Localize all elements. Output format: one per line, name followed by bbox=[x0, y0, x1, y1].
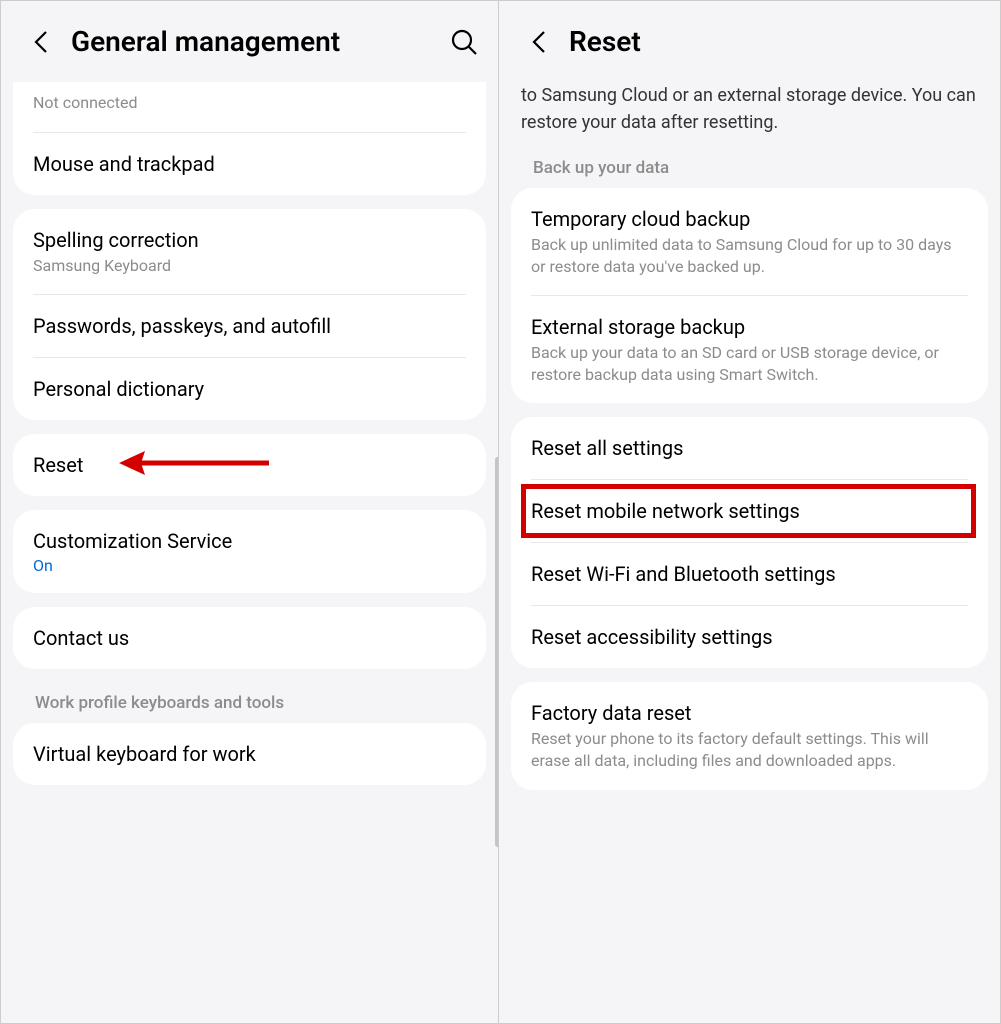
back-icon[interactable] bbox=[29, 30, 53, 54]
item-title: Mouse and trackpad bbox=[33, 151, 466, 177]
item-title: Contact us bbox=[33, 625, 466, 651]
header: Reset bbox=[499, 1, 1000, 82]
item-title: Personal dictionary bbox=[33, 376, 466, 402]
item-reset-accessibility[interactable]: Reset accessibility settings bbox=[511, 606, 988, 668]
search-icon[interactable] bbox=[450, 28, 478, 56]
item-personal-dictionary[interactable]: Personal dictionary bbox=[13, 358, 486, 420]
item-reset-all-settings[interactable]: Reset all settings bbox=[511, 417, 988, 479]
settings-card: Reset bbox=[13, 434, 486, 496]
reset-options-card: Reset all settings Reset mobile network … bbox=[511, 417, 988, 668]
header: General management bbox=[1, 1, 498, 82]
item-title: External storage backup bbox=[531, 314, 968, 340]
item-factory-data-reset[interactable]: Factory data reset Reset your phone to i… bbox=[511, 682, 988, 789]
settings-card: Contact us bbox=[13, 607, 486, 669]
item-title: Temporary cloud backup bbox=[531, 206, 968, 232]
item-title: Reset accessibility settings bbox=[531, 624, 968, 650]
item-temp-cloud-backup[interactable]: Temporary cloud backup Back up unlimited… bbox=[511, 188, 988, 295]
item-customization-service[interactable]: Customization Service On bbox=[13, 510, 486, 593]
general-management-pane: General management Not connected Mouse a… bbox=[1, 1, 499, 1023]
item-virtual-keyboard-work[interactable]: Virtual keyboard for work bbox=[13, 723, 486, 785]
item-reset-wifi-bluetooth[interactable]: Reset Wi-Fi and Bluetooth settings bbox=[511, 543, 988, 605]
item-contact-us[interactable]: Contact us bbox=[13, 607, 486, 669]
item-sub: Samsung Keyboard bbox=[33, 255, 466, 277]
settings-card: Not connected Mouse and trackpad bbox=[13, 82, 486, 195]
item-sub: Back up unlimited data to Samsung Cloud … bbox=[531, 234, 968, 277]
page-title: General management bbox=[71, 25, 432, 58]
item-title: Spelling correction bbox=[33, 227, 466, 253]
scrollbar[interactable] bbox=[495, 457, 499, 847]
item-title: Customization Service bbox=[33, 528, 466, 554]
item-sub: Reset your phone to its factory default … bbox=[531, 728, 968, 771]
item-sub: On bbox=[33, 556, 466, 575]
section-label-work: Work profile keyboards and tools bbox=[13, 683, 486, 723]
item-title: Reset bbox=[33, 452, 466, 478]
item-not-connected[interactable]: Not connected bbox=[13, 82, 486, 132]
item-title: Factory data reset bbox=[531, 700, 968, 726]
backup-card: Temporary cloud backup Back up unlimited… bbox=[511, 188, 988, 403]
item-title: Reset mobile network settings bbox=[531, 498, 968, 524]
factory-reset-card: Factory data reset Reset your phone to i… bbox=[511, 682, 988, 789]
item-reset[interactable]: Reset bbox=[13, 434, 486, 496]
settings-card: Virtual keyboard for work bbox=[13, 723, 486, 785]
intro-text: to Samsung Cloud or an external storage … bbox=[499, 82, 1000, 158]
item-title: Passwords, passkeys, and autofill bbox=[33, 313, 466, 339]
reset-pane: Reset to Samsung Cloud or an external st… bbox=[499, 1, 1000, 1023]
section-label-backup: Back up your data bbox=[511, 158, 988, 188]
item-mouse-trackpad[interactable]: Mouse and trackpad bbox=[13, 133, 486, 195]
item-title: Reset all settings bbox=[531, 435, 968, 461]
item-sub: Back up your data to an SD card or USB s… bbox=[531, 342, 968, 385]
item-title: Virtual keyboard for work bbox=[33, 741, 466, 767]
item-passwords-passkeys[interactable]: Passwords, passkeys, and autofill bbox=[13, 295, 486, 357]
item-title: Reset Wi-Fi and Bluetooth settings bbox=[531, 561, 968, 587]
settings-card: Customization Service On bbox=[13, 510, 486, 593]
settings-card: Spelling correction Samsung Keyboard Pas… bbox=[13, 209, 486, 421]
back-icon[interactable] bbox=[527, 30, 551, 54]
item-external-storage-backup[interactable]: External storage backup Back up your dat… bbox=[511, 296, 988, 403]
item-reset-mobile-network[interactable]: Reset mobile network settings bbox=[511, 480, 988, 542]
page-title: Reset bbox=[569, 25, 980, 58]
item-spelling-correction[interactable]: Spelling correction Samsung Keyboard bbox=[13, 209, 486, 295]
item-sub: Not connected bbox=[33, 92, 466, 114]
